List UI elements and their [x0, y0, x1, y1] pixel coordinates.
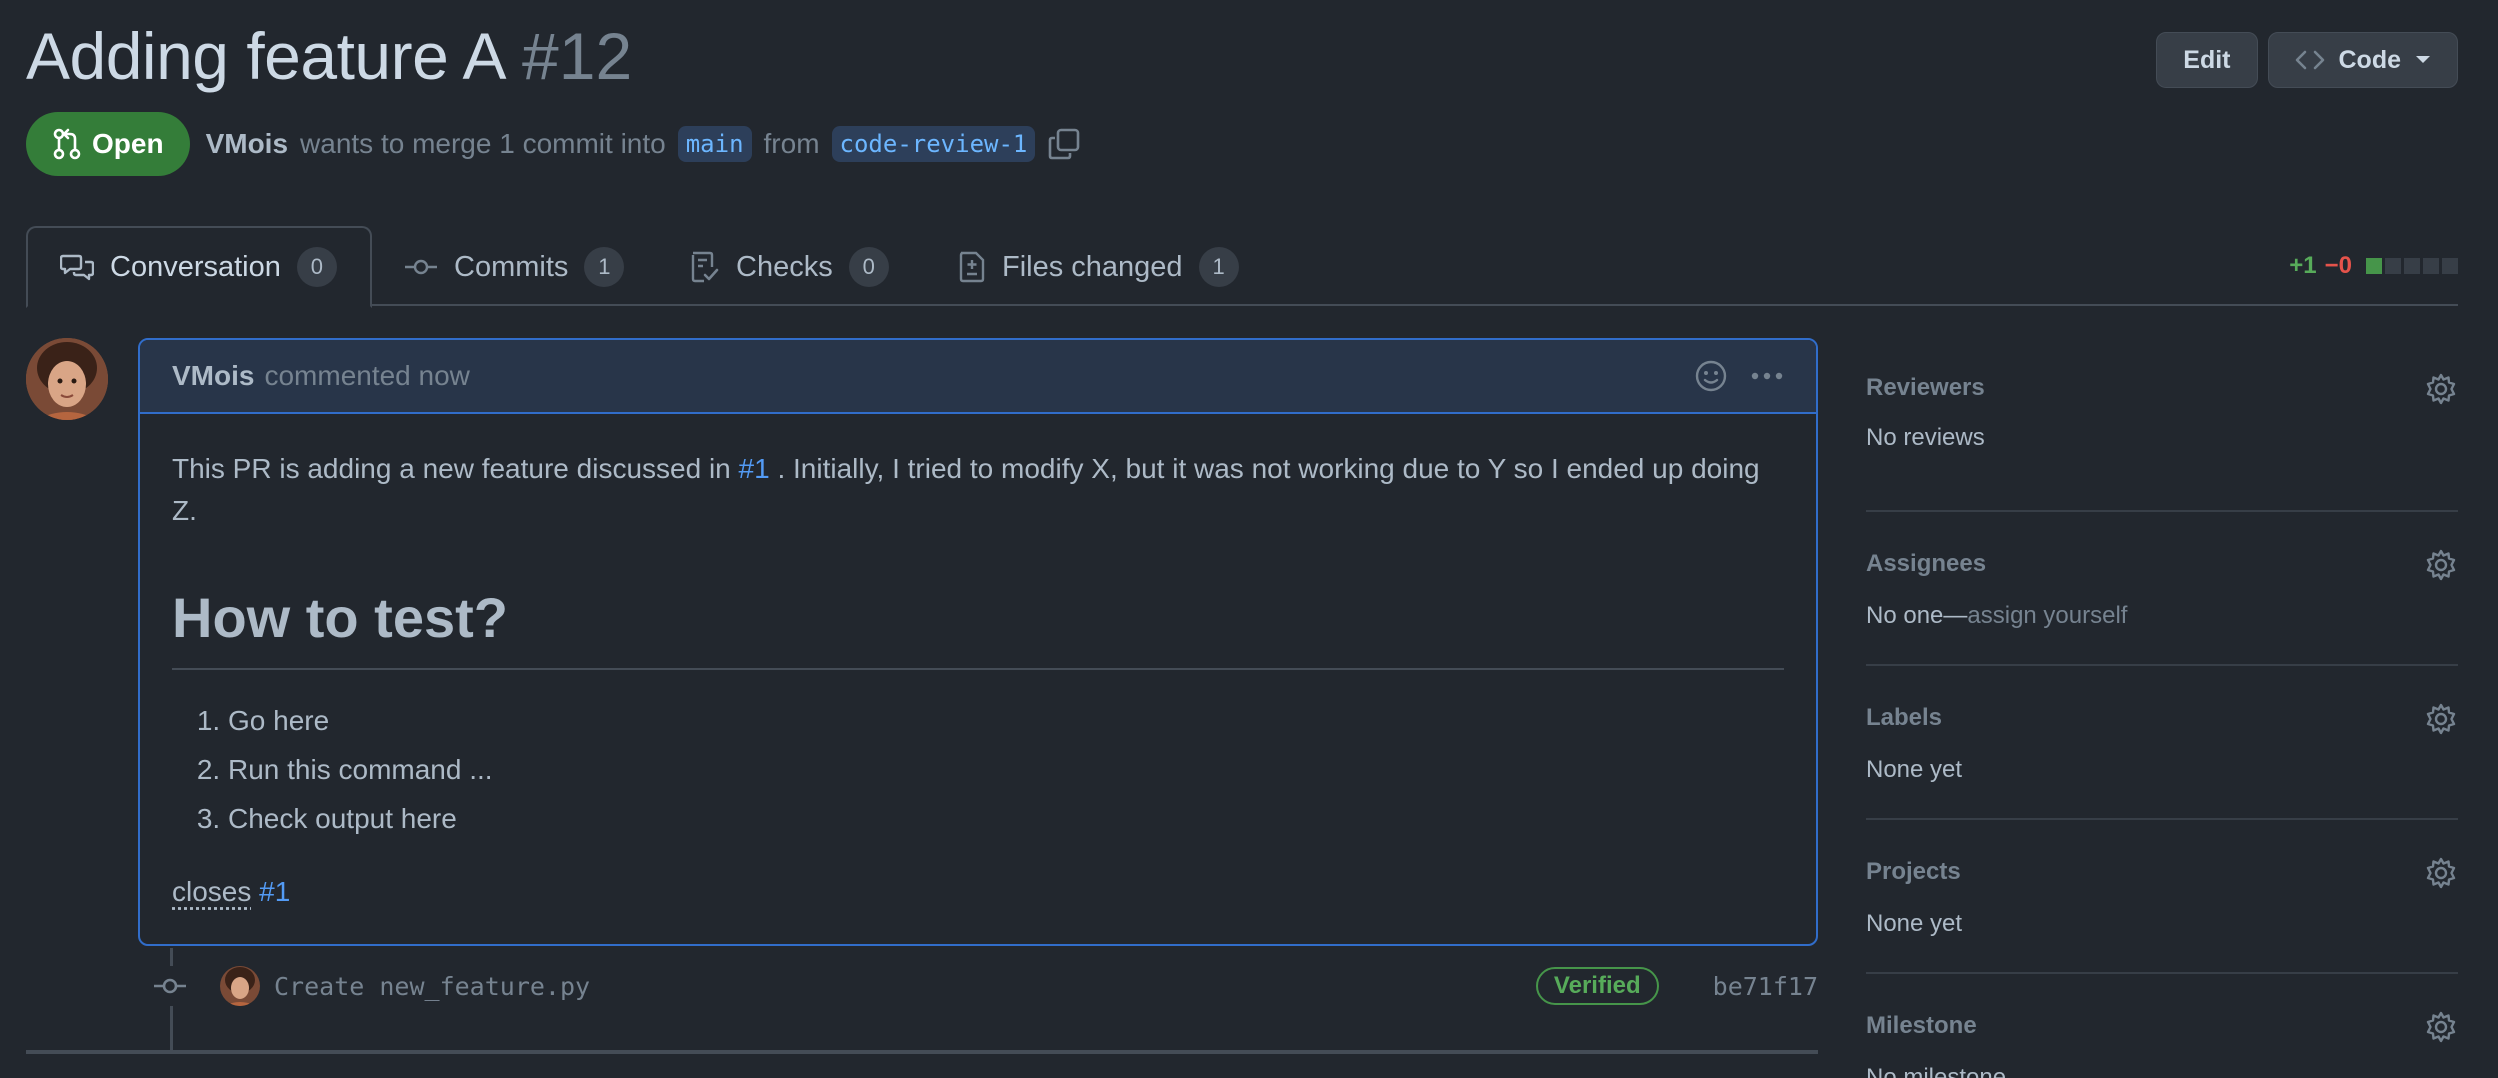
sidebar-value: No reviews	[1866, 424, 1985, 451]
pr-tabs: Conversation 0 Commits 1 Checks 0 Files …	[26, 226, 2458, 308]
tab-checks[interactable]: Checks 0	[658, 226, 921, 308]
avatar[interactable]	[26, 338, 108, 420]
diffstat-additions: +1	[2289, 252, 2317, 279]
tab-label: Files changed	[1002, 250, 1183, 283]
assign-yourself-link[interactable]: assign yourself	[1967, 602, 2127, 629]
commit-sha-link[interactable]: be71f17	[1713, 972, 1818, 1001]
comment-body: This PR is adding a new feature discusse…	[140, 414, 1816, 913]
merge-text: wants to merge 1 commit into	[300, 128, 666, 159]
pr-title: Adding feature A	[26, 19, 507, 93]
closes-issue-link[interactable]: #1	[259, 876, 290, 907]
git-commit-icon	[150, 966, 190, 1006]
sidebar-labels: Labels None yet	[1866, 666, 2458, 820]
gear-icon[interactable]	[2424, 702, 2458, 736]
diffstat: +1 −0	[2289, 252, 2458, 280]
diffstat-block	[2366, 258, 2382, 274]
tab-label: Commits	[454, 250, 569, 283]
sidebar-title: Milestone	[1866, 1012, 1977, 1039]
tab-files-changed[interactable]: Files changed 1	[926, 226, 1271, 308]
comment-heading: How to test?	[172, 586, 1784, 670]
gear-icon[interactable]	[2424, 372, 2458, 406]
git-commit-icon	[405, 259, 437, 275]
issue-link[interactable]: #1	[739, 453, 770, 484]
closes-line: closes #1	[172, 871, 1784, 913]
comment-discussion-icon	[60, 254, 94, 281]
verified-badge[interactable]: Verified	[1535, 967, 1659, 1005]
list-item: Check output here	[228, 794, 1784, 843]
pr-title-row: Adding feature A #12	[26, 18, 632, 94]
comment-paragraph: This PR is adding a new feature discusse…	[172, 448, 1784, 532]
git-pull-request-icon	[53, 128, 81, 160]
diffstat-blocks	[2366, 258, 2458, 274]
tab-counter: 1	[584, 247, 625, 287]
diffstat-block	[2385, 258, 2401, 274]
smiley-icon[interactable]	[1694, 359, 1728, 393]
sidebar-value: No one—assign yourself	[1866, 602, 2127, 630]
sidebar-value: None yet	[1866, 756, 1963, 783]
sidebar-reviewers: Reviewers No reviews	[1866, 358, 2458, 512]
sidebar-value: None yet	[1866, 910, 1963, 937]
checklist-icon	[691, 251, 719, 283]
gear-icon[interactable]	[2424, 856, 2458, 890]
comment-actions	[1694, 359, 1784, 393]
tab-counter: 1	[1198, 247, 1239, 287]
gear-icon[interactable]	[2424, 1010, 2458, 1044]
caret-down-icon	[2416, 56, 2430, 63]
commit-author-avatar[interactable]	[220, 966, 260, 1006]
closes-keyword: closes	[172, 876, 252, 907]
pr-sidebar: Reviewers No reviews Assignees No one—as…	[1866, 358, 2458, 1078]
comment-box: VMois commented now This PR is adding a …	[138, 338, 1818, 946]
edit-button[interactable]: Edit	[2156, 32, 2258, 88]
pr-author-link[interactable]: VMois	[206, 128, 288, 160]
merge-description: VMois wants to merge 1 commit into main …	[206, 126, 1082, 162]
commit-message-link[interactable]: Create new_feature.py	[274, 972, 590, 1001]
diffstat-block	[2442, 258, 2458, 274]
steps-list: Go here Run this command ... Check outpu…	[172, 696, 1784, 843]
sidebar-projects: Projects None yet	[1866, 820, 2458, 974]
no-assignee-text: No one—	[1866, 602, 1968, 629]
tab-label: Checks	[736, 250, 833, 283]
tab-counter: 0	[296, 247, 337, 287]
code-button[interactable]: Code	[2267, 32, 2458, 88]
tab-label: Conversation	[110, 250, 281, 283]
code-icon	[2295, 50, 2324, 70]
sidebar-value: No milestone	[1866, 1064, 2007, 1078]
sidebar-title: Labels	[1866, 704, 1943, 731]
paragraph-text: This PR is adding a new feature discusse…	[172, 453, 731, 484]
list-item: Run this command ...	[228, 745, 1784, 794]
list-item: Go here	[228, 696, 1784, 745]
comment-timestamp: commented now	[264, 360, 470, 391]
sidebar-milestone: Milestone No milestone	[1866, 974, 2458, 1078]
base-branch[interactable]: main	[677, 126, 752, 162]
kebab-horizontal-icon[interactable]	[1750, 371, 1784, 381]
comment-author[interactable]: VMois	[172, 360, 254, 392]
sidebar-title: Assignees	[1866, 550, 1987, 577]
header-actions: Edit Code	[2156, 32, 2458, 88]
diffstat-block	[2404, 258, 2420, 274]
code-label: Code	[2338, 45, 2402, 74]
pr-number: #12	[522, 19, 633, 93]
tab-commits[interactable]: Commits 1	[372, 226, 656, 308]
diffstat-block	[2423, 258, 2439, 274]
file-diff-icon	[959, 251, 985, 283]
state-label: Open	[92, 128, 164, 159]
pr-meta: Open VMois wants to merge 1 commit into …	[26, 112, 1081, 176]
tab-counter: 0	[848, 247, 889, 287]
copy-icon[interactable]	[1047, 127, 1081, 161]
gear-icon[interactable]	[2424, 548, 2458, 582]
diffstat-deletions: −0	[2324, 252, 2352, 279]
sidebar-title: Projects	[1866, 858, 1961, 885]
edit-label: Edit	[2183, 45, 2231, 74]
state-badge: Open	[26, 112, 190, 176]
timeline-commit: Create new_feature.py Verified be71f17	[150, 966, 1818, 1006]
tab-conversation[interactable]: Conversation 0	[26, 226, 372, 308]
timeline-divider	[26, 1050, 1818, 1054]
from-text: from	[763, 128, 820, 159]
head-branch[interactable]: code-review-1	[831, 126, 1036, 162]
sidebar-title: Reviewers	[1866, 374, 1985, 401]
comment-header: VMois commented now	[140, 340, 1816, 414]
sidebar-assignees: Assignees No one—assign yourself	[1866, 512, 2458, 666]
